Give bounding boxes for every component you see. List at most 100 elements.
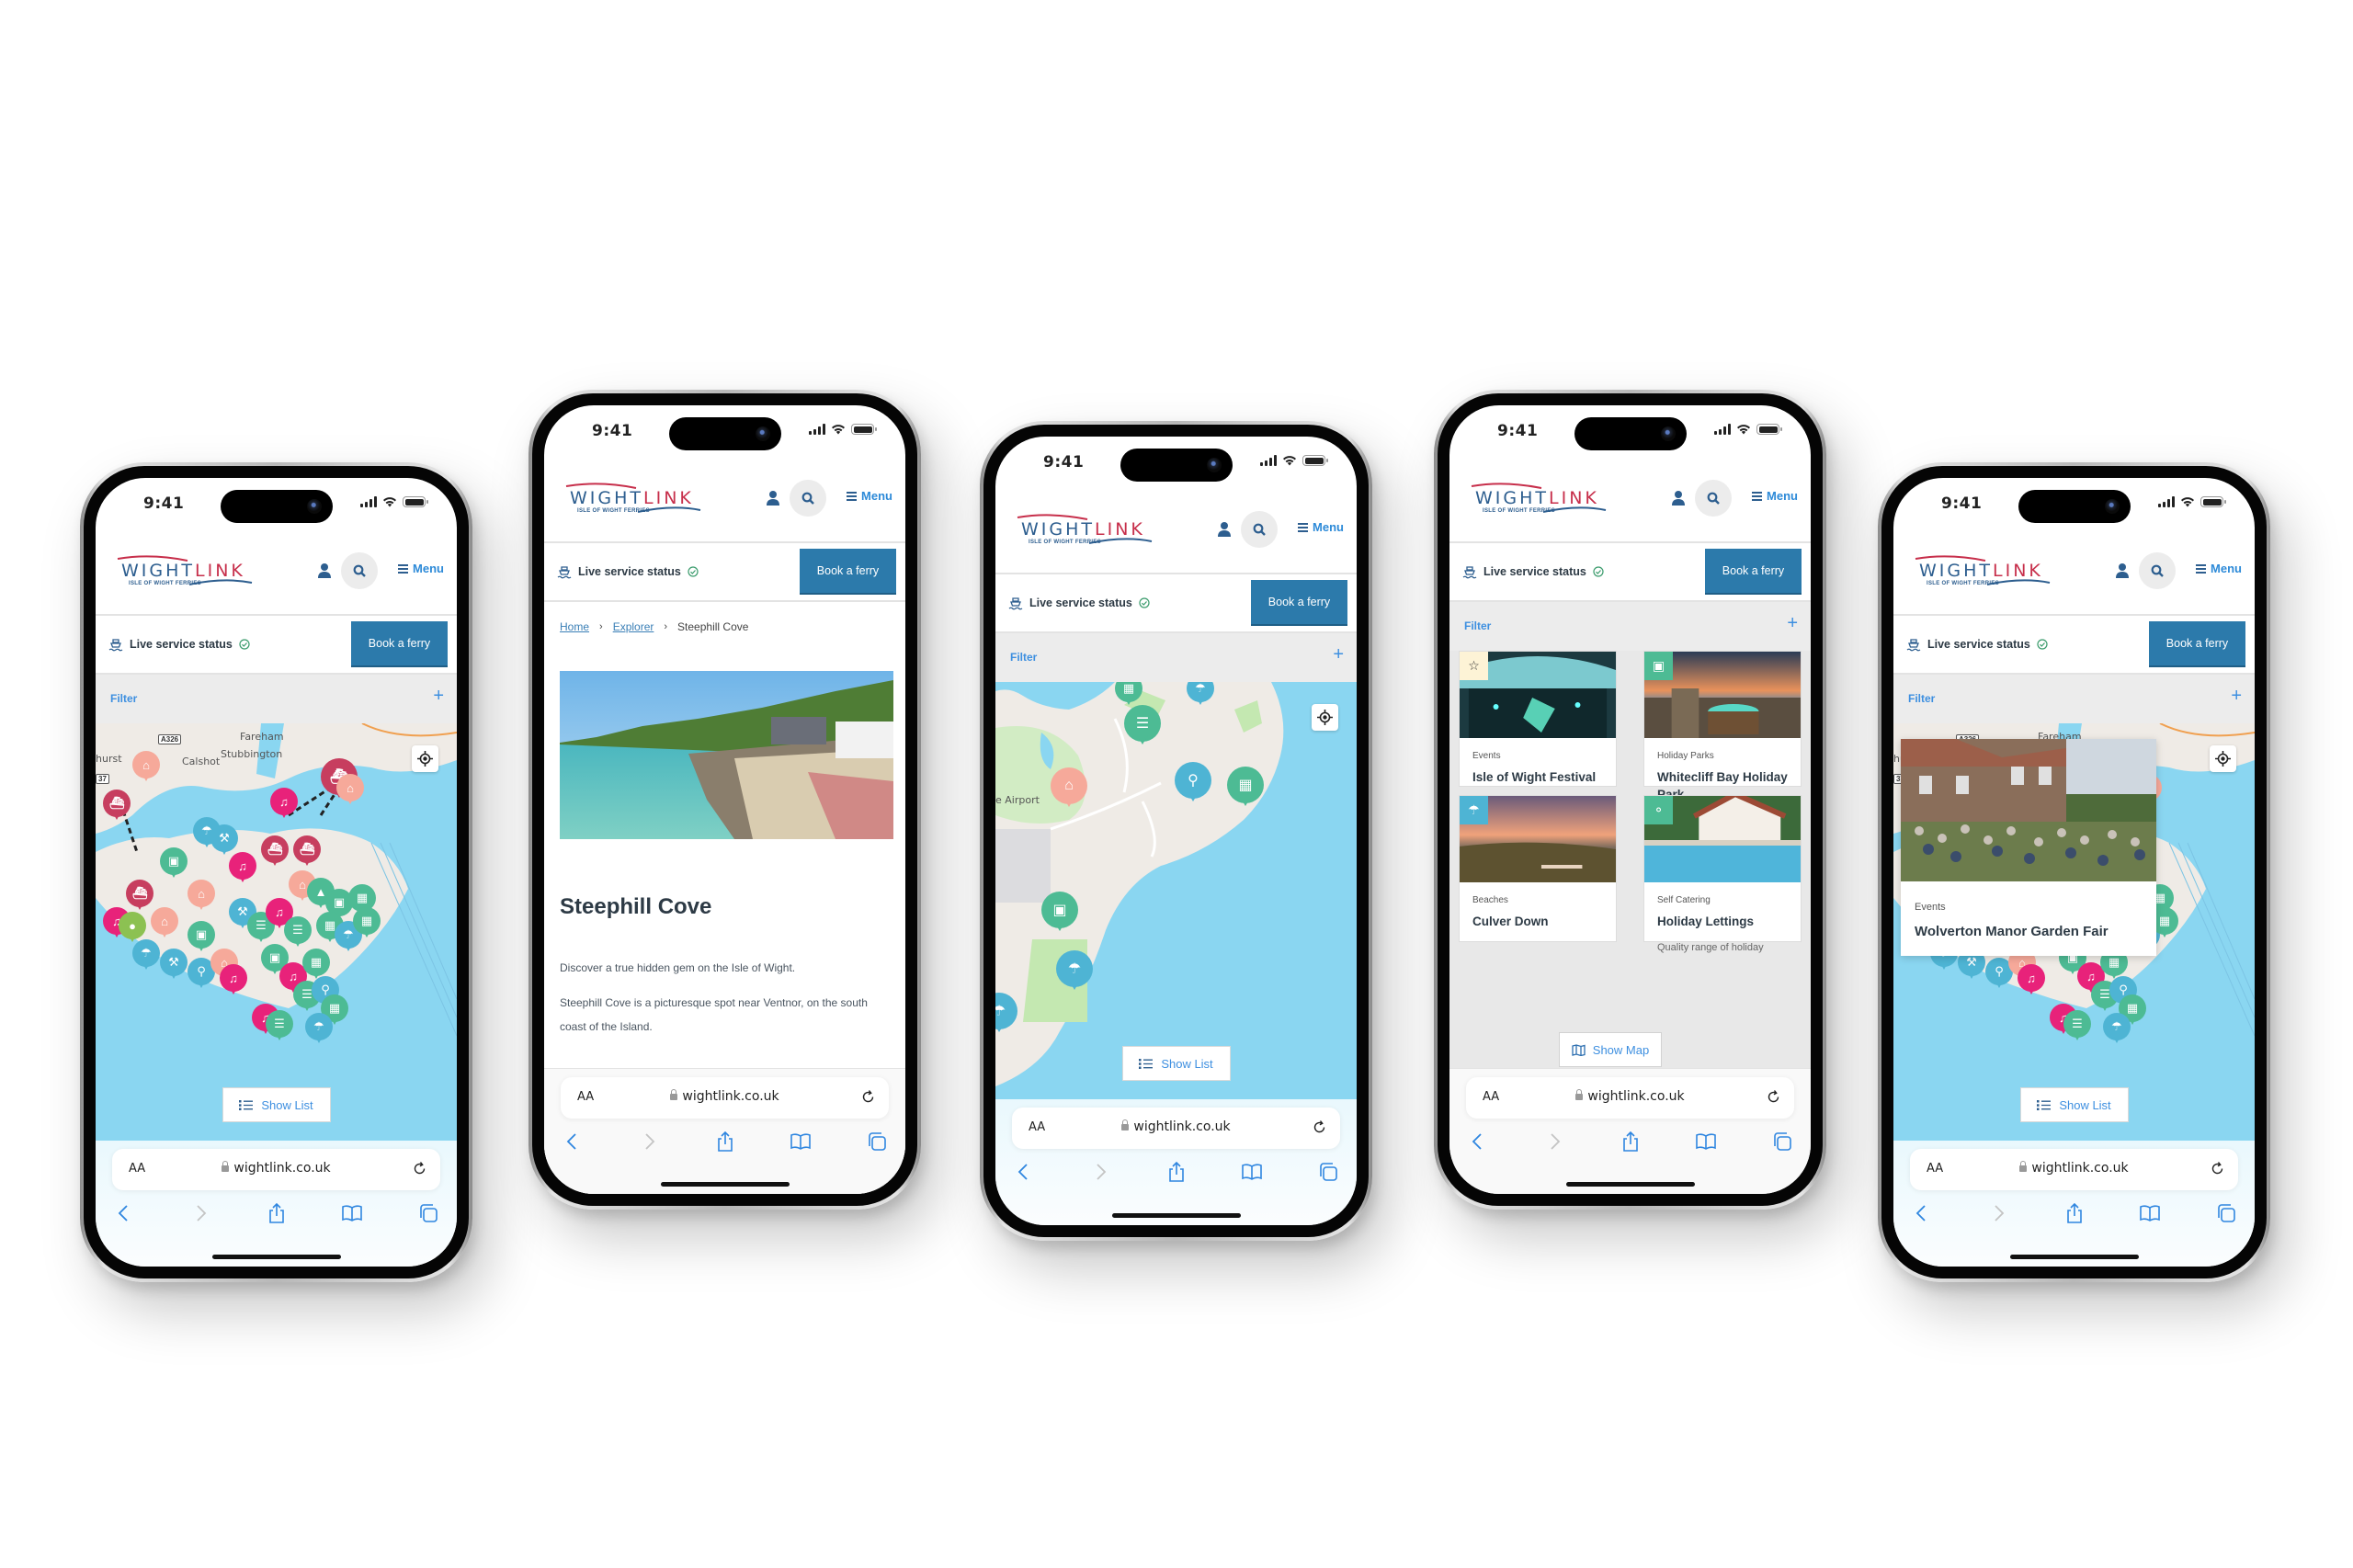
- url-bar[interactable]: AA wightlink.co.uk: [112, 1149, 440, 1190]
- filter-bar[interactable]: Filter +: [1893, 675, 2255, 723]
- map-pin-ferry[interactable]: ⛴: [261, 835, 289, 869]
- map-pin-beach[interactable]: ☂: [305, 1013, 333, 1046]
- book-ferry-button[interactable]: Book a ferry: [351, 621, 448, 667]
- chevron-right-icon[interactable]: [639, 1131, 659, 1152]
- filter-bar[interactable]: Filter +: [995, 633, 1357, 682]
- book-ferry-button[interactable]: Book a ferry: [2149, 621, 2245, 667]
- filter-expand-icon[interactable]: +: [433, 686, 444, 707]
- search-button[interactable]: [790, 480, 826, 517]
- menu-button[interactable]: Menu: [1298, 520, 1344, 534]
- map-pin-ferry[interactable]: ⛴: [103, 790, 131, 823]
- user-icon[interactable]: [1671, 490, 1686, 506]
- map-pin-music[interactable]: ♫: [229, 852, 256, 885]
- filter-bar[interactable]: Filter +: [96, 675, 457, 723]
- map-pin-food[interactable]: ☰: [2063, 1010, 2091, 1043]
- map-pin-heritage[interactable]: ⌂: [336, 774, 364, 807]
- map-pin-cycling[interactable]: ⚲: [1175, 762, 1211, 806]
- share-icon[interactable]: [267, 1203, 287, 1223]
- map-pin-music[interactable]: ♫: [220, 964, 247, 997]
- wightlink-logo[interactable]: WIGHTLINK ISLE OF WIGHT FERRIES: [1468, 481, 1615, 519]
- menu-button[interactable]: Menu: [398, 562, 444, 575]
- reload-icon[interactable]: [412, 1161, 427, 1176]
- share-icon[interactable]: [2064, 1203, 2085, 1223]
- result-card[interactable]: ▣ Holiday Parks Whitecliff Bay Holiday P…: [1643, 651, 1802, 846]
- reload-icon[interactable]: [860, 1089, 876, 1105]
- live-service-status-link[interactable]: Live service status: [557, 564, 699, 579]
- chevron-left-icon[interactable]: [1912, 1203, 1932, 1223]
- user-icon[interactable]: [1217, 521, 1232, 538]
- map-pin-caravan[interactable]: ▣: [1041, 892, 1078, 936]
- live-service-status-link[interactable]: Live service status: [108, 637, 250, 652]
- menu-button[interactable]: Menu: [847, 489, 892, 503]
- chevron-left-icon[interactable]: [563, 1131, 583, 1152]
- chevron-right-icon[interactable]: [190, 1203, 210, 1223]
- filter-expand-icon[interactable]: +: [1333, 644, 1344, 665]
- share-icon[interactable]: [715, 1131, 735, 1152]
- map-pin-music[interactable]: ♫: [270, 788, 298, 821]
- show-list-button[interactable]: Show List: [222, 1087, 331, 1122]
- result-card[interactable]: ⚬ Self Catering Holiday Lettings Quality…: [1643, 795, 1802, 953]
- search-button[interactable]: [1241, 511, 1278, 548]
- tabs-icon[interactable]: [1772, 1131, 1792, 1152]
- map-popup[interactable]: × Events Wolverton Manor Garden Fair: [1901, 739, 2156, 956]
- search-button[interactable]: [1695, 480, 1732, 517]
- filter-label[interactable]: Filter: [1010, 651, 1037, 664]
- chevron-left-icon[interactable]: [114, 1203, 134, 1223]
- url-bar[interactable]: AA wightlink.co.uk: [1910, 1149, 2238, 1190]
- map-pin-beach[interactable]: ☂: [2103, 1013, 2131, 1046]
- tabs-icon[interactable]: [867, 1131, 887, 1152]
- live-service-status-link[interactable]: Live service status: [1462, 564, 1604, 579]
- result-card[interactable]: ☆ Events Isle of Wight Festival 19 - 22 …: [1459, 651, 1617, 809]
- user-icon[interactable]: [2115, 562, 2130, 579]
- map-pin-heritage[interactable]: ⌂: [151, 907, 178, 940]
- user-icon[interactable]: [766, 490, 780, 506]
- share-icon[interactable]: [1166, 1162, 1187, 1182]
- live-service-status-link[interactable]: Live service status: [1008, 596, 1150, 610]
- filter-expand-icon[interactable]: +: [2231, 686, 2242, 707]
- map-pin-beach[interactable]: ☂: [1187, 682, 1214, 708]
- locate-button[interactable]: [1312, 704, 1338, 731]
- filter-label[interactable]: Filter: [1464, 619, 1491, 632]
- breadcrumb-home[interactable]: Home: [560, 620, 589, 633]
- map-pin-ferry[interactable]: ⛴: [293, 835, 321, 869]
- map-pin-caravan[interactable]: ▣: [160, 847, 188, 881]
- map-pin-beach[interactable]: ☂: [132, 939, 160, 972]
- wightlink-logo[interactable]: WIGHTLINK ISLE OF WIGHT FERRIES: [114, 553, 261, 592]
- reload-icon[interactable]: [1766, 1089, 1781, 1105]
- result-card[interactable]: ☂ Beaches Culver Down: [1459, 795, 1617, 942]
- map-pin-music[interactable]: ♫: [2018, 964, 2045, 997]
- tabs-icon[interactable]: [418, 1203, 438, 1223]
- book-icon[interactable]: [342, 1203, 363, 1223]
- filter-expand-icon[interactable]: +: [1787, 613, 1798, 634]
- book-ferry-button[interactable]: Book a ferry: [800, 549, 896, 595]
- book-ferry-button[interactable]: Book a ferry: [1251, 580, 1347, 626]
- show-list-button[interactable]: Show List: [2019, 1087, 2129, 1122]
- chevron-left-icon[interactable]: [1014, 1162, 1034, 1182]
- show-map-button[interactable]: Show Map: [1559, 1032, 1662, 1067]
- breadcrumb-explorer[interactable]: Explorer: [613, 620, 654, 633]
- map-pin-hotel[interactable]: ▦: [1115, 682, 1142, 708]
- search-button[interactable]: [341, 552, 378, 589]
- book-ferry-button[interactable]: Book a ferry: [1705, 549, 1802, 595]
- filter-label[interactable]: Filter: [1908, 692, 1935, 705]
- wightlink-logo[interactable]: WIGHTLINK ISLE OF WIGHT FERRIES: [563, 481, 710, 519]
- url-bar[interactable]: AA wightlink.co.uk: [1466, 1077, 1794, 1119]
- show-list-button[interactable]: Show List: [1121, 1046, 1231, 1081]
- book-icon[interactable]: [2140, 1203, 2161, 1223]
- url-bar[interactable]: AA wightlink.co.uk: [1012, 1108, 1340, 1149]
- user-icon[interactable]: [317, 562, 332, 579]
- wightlink-logo[interactable]: WIGHTLINK ISLE OF WIGHT FERRIES: [1912, 553, 2059, 592]
- chevron-left-icon[interactable]: [1468, 1131, 1488, 1152]
- filter-label[interactable]: Filter: [110, 692, 137, 705]
- map-pin-heritage[interactable]: ⌂: [1051, 767, 1087, 812]
- map-pin-hotel[interactable]: ▦: [353, 907, 381, 940]
- map-view[interactable]: e Airport ▦ ☂ ☰ ⚲ ▦ ⌂ ▣ ☂ ☂ Show List: [995, 682, 1357, 1099]
- wightlink-logo[interactable]: WIGHTLINK ISLE OF WIGHT FERRIES: [1014, 512, 1161, 551]
- book-icon[interactable]: [790, 1131, 812, 1152]
- menu-button[interactable]: Menu: [1752, 489, 1798, 503]
- filter-bar[interactable]: Filter +: [1449, 602, 1811, 651]
- map-pin-beach[interactable]: ☂: [995, 993, 1017, 1037]
- share-icon[interactable]: [1620, 1131, 1641, 1152]
- chevron-right-icon[interactable]: [1988, 1203, 2008, 1223]
- map-pin-beach[interactable]: ☂: [1056, 950, 1093, 994]
